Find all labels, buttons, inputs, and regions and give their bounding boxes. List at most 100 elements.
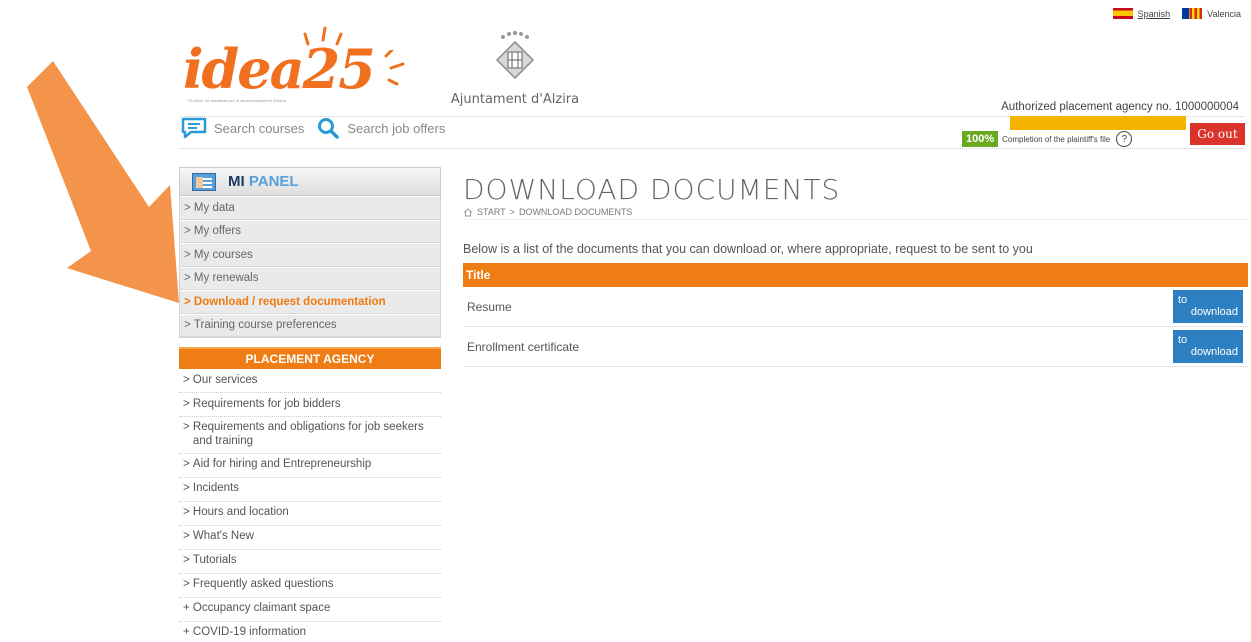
item-marker: > (183, 373, 190, 386)
magnifier-icon (318, 118, 340, 139)
placement-agency-menu: > Our services > Requirements for job bi… (179, 369, 441, 642)
sidebar-item-download-documentation[interactable]: > Download / request documentation (180, 290, 440, 314)
item-marker: + (183, 602, 190, 615)
valencia-flag-icon (1182, 8, 1203, 19)
agency-item-label: Hours and location (192, 506, 289, 519)
my-panel-menu: > My data > My offers > My courses > My … (179, 196, 441, 338)
page-title: DOWNLOAD DOCUMENTS (463, 173, 841, 206)
agency-item-covid[interactable]: + COVID-19 information (179, 622, 441, 642)
redaction-highlight (1010, 116, 1186, 130)
download-button-line1: to (1178, 333, 1188, 346)
agency-item-label: Our services (192, 373, 258, 386)
spain-flag-icon (1112, 8, 1133, 19)
completion-label: Completion of the plaintiff's file (1002, 134, 1111, 144)
sidebar-item-my-renewals[interactable]: > My renewals (180, 266, 440, 290)
id-card-icon (192, 172, 216, 191)
agency-item-label: Aid for hiring and Entrepreneurship (192, 458, 372, 471)
item-marker: + (183, 626, 190, 639)
placement-agency-header: PLACEMENT AGENCY (179, 347, 441, 369)
panel-title-mi: MI (228, 173, 245, 190)
agency-item-requirements-seekers[interactable]: > Requirements and obligations for job s… (179, 417, 441, 454)
agency-item-aid-hiring[interactable]: > Aid for hiring and Entrepreneurship (179, 454, 441, 478)
sidebar-item-label: My data (193, 201, 235, 214)
orange-arrow (27, 61, 179, 303)
sidebar-item-label: Download / request documentation (193, 295, 386, 308)
language-spanish[interactable]: Spanish (1112, 8, 1171, 19)
language-spanish-label: Spanish (1137, 8, 1171, 19)
agency-item-our-services[interactable]: > Our services (179, 369, 441, 393)
download-button-line2: download (1190, 305, 1238, 318)
file-completion: 100% Completion of the plaintiff's file … (962, 131, 1133, 147)
help-icon[interactable]: ? (1116, 131, 1133, 147)
download-button[interactable]: to download (1173, 290, 1243, 323)
item-marker: > (183, 578, 190, 591)
agency-item-label: What's New (192, 530, 254, 543)
language-valencia[interactable]: Valencia (1182, 8, 1241, 19)
ajuntament-logo[interactable]: Ajuntament d'Alzira (430, 28, 600, 107)
item-marker: > (183, 458, 190, 471)
agency-item-whats-new[interactable]: > What's New (179, 526, 441, 550)
sidebar-item-my-data[interactable]: > My data (180, 196, 440, 220)
agency-item-faq[interactable]: > Frequently asked questions (179, 574, 441, 598)
sidebar-item-label: Training course preferences (193, 319, 337, 332)
sidebar: MI PANEL > My data > My offers > My cour… (179, 167, 441, 642)
panel-title-panel: PANEL (248, 173, 299, 190)
agency-item-incidents[interactable]: > Incidents (179, 478, 441, 502)
logo-rays-icon (384, 50, 405, 86)
agency-number: Authorized placement agency no. 10000000… (1001, 101, 1239, 113)
header-divider-bottom (180, 148, 1243, 149)
documents-table: Title Resume to download Enrollment cert… (463, 263, 1248, 367)
breadcrumb-separator: > (509, 207, 515, 217)
breadcrumb-current: DOWNLOAD DOCUMENTS (518, 207, 633, 217)
item-marker: > (183, 421, 190, 433)
download-button-line2: download (1190, 345, 1238, 358)
sidebar-item-label: My renewals (193, 272, 259, 285)
search-links: Search courses Search job offers (181, 116, 445, 140)
sidebar-item-label: My courses (193, 248, 253, 261)
item-marker: > (183, 397, 190, 410)
my-panel-header: MI PANEL (179, 167, 441, 196)
sidebar-item-my-offers[interactable]: > My offers (180, 219, 440, 243)
item-marker: > (183, 530, 190, 543)
language-selector: Spanish Valencia (1112, 8, 1241, 19)
search-job-offers-label: Search job offers (347, 120, 446, 136)
idea25-tagline: "25 años" de iniciativas por el desenvol… (187, 98, 286, 103)
item-marker: > (183, 554, 190, 567)
agency-item-label: Requirements for job bidders (192, 397, 341, 410)
chat-card-icon (181, 117, 207, 139)
download-button-line1: to (1178, 293, 1188, 306)
agency-item-claimant-space[interactable]: + Occupancy claimant space (179, 598, 441, 622)
search-courses-label: Search courses (214, 120, 305, 136)
document-title: Resume (467, 299, 512, 314)
agency-item-tutorials[interactable]: > Tutorials (179, 550, 441, 574)
agency-item-label: COVID-19 information (192, 626, 307, 639)
agency-item-requirements-bidders[interactable]: > Requirements for job bidders (179, 393, 441, 417)
search-courses-link[interactable]: Search courses (181, 117, 304, 139)
agency-item-label: Requirements and obligations for job see… (192, 421, 424, 447)
table-row: Resume to download (463, 287, 1248, 327)
search-job-offers-link[interactable]: Search job offers (316, 116, 445, 140)
ajuntament-name: Ajuntament d'Alzira (450, 92, 580, 107)
idea25-brand: idea25 (183, 37, 376, 101)
agency-item-label: Occupancy claimant space (192, 602, 331, 615)
title-divider (463, 219, 1248, 220)
agency-item-label: Incidents (192, 482, 239, 495)
sidebar-item-training-preferences[interactable]: > Training course preferences (180, 313, 440, 337)
document-title: Enrollment certificate (467, 339, 580, 354)
home-icon (463, 207, 473, 216)
main-content: DOWNLOAD DOCUMENTS START > DOWNLOAD DOCU… (463, 176, 1248, 367)
agency-item-hours-location[interactable]: > Hours and location (179, 502, 441, 526)
agency-item-label: Frequently asked questions (192, 578, 334, 591)
go-out-button[interactable]: Go out (1190, 123, 1245, 145)
table-header-title: Title (463, 263, 1248, 287)
download-button[interactable]: to download (1173, 330, 1243, 363)
sidebar-item-my-courses[interactable]: > My courses (180, 243, 440, 267)
agency-item-label: Tutorials (192, 554, 237, 567)
table-row: Enrollment certificate to download (463, 327, 1248, 367)
sidebar-item-label: My offers (193, 225, 241, 238)
idea25-logo[interactable]: idea25 "25 años" de iniciativas por el d… (183, 26, 405, 108)
item-marker: > (183, 482, 190, 495)
breadcrumb-start[interactable]: START (477, 207, 506, 217)
language-valencia-label: Valencia (1207, 8, 1241, 19)
completion-percentage-badge: 100% (962, 131, 999, 147)
